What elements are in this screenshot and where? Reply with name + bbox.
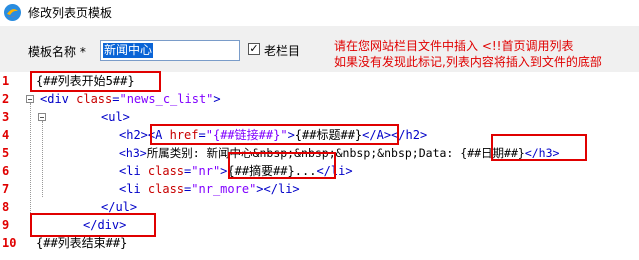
app-logo-icon	[4, 4, 21, 21]
window-title: 修改列表页模板	[28, 6, 113, 20]
title-bar: 修改列表页模板	[0, 0, 639, 26]
insert-note-line2: 如果没有发现此标记,列表内容将插入到文件的底部	[334, 55, 602, 69]
line-number: 3	[2, 110, 10, 124]
line-number: 9	[2, 218, 10, 232]
line-number: 1	[2, 74, 10, 88]
highlight-box	[491, 134, 587, 161]
insert-note-line1: 请在您网站栏目文件中插入 <!!首页调用列表	[334, 39, 574, 53]
template-name-label: 模板名称 *	[28, 45, 86, 59]
line-number: 7	[2, 182, 10, 196]
code-line-7: <li class="nr_more"></li>	[119, 182, 300, 196]
fold-toggle-icon[interactable]	[38, 113, 46, 121]
code-line-3: <ul>	[101, 110, 130, 124]
line-number-gutter: 1 2 3 4 5 6 7 8 9 10	[0, 72, 24, 260]
old-column-label[interactable]: 老栏目	[264, 42, 300, 59]
highlight-box	[30, 213, 156, 237]
template-form: 模板名称 * 新闻中心 ✓ 老栏目 请在您网站栏目文件中插入 <!!首页调用列表…	[0, 26, 639, 72]
highlight-box	[30, 71, 161, 92]
template-name-value: 新闻中心	[103, 43, 154, 58]
line-number: 5	[2, 146, 10, 160]
code-line-2: <div class="news_c_list">	[40, 92, 221, 106]
line-number: 6	[2, 164, 10, 178]
highlight-box	[150, 124, 399, 145]
line-number: 10	[2, 236, 17, 250]
old-column-checkbox[interactable]: ✓	[248, 43, 260, 55]
fold-guide	[30, 103, 32, 215]
fold-toggle-icon[interactable]	[26, 95, 34, 103]
line-number: 4	[2, 128, 10, 142]
code-editor[interactable]: 1 2 3 4 5 6 7 8 9 10 {##列表开始5##} <div cl…	[0, 71, 639, 260]
highlight-box	[228, 152, 336, 179]
fold-guide	[42, 121, 44, 197]
template-name-input[interactable]: 新闻中心	[100, 40, 240, 61]
line-number: 8	[2, 200, 10, 214]
line-number: 2	[2, 92, 10, 106]
